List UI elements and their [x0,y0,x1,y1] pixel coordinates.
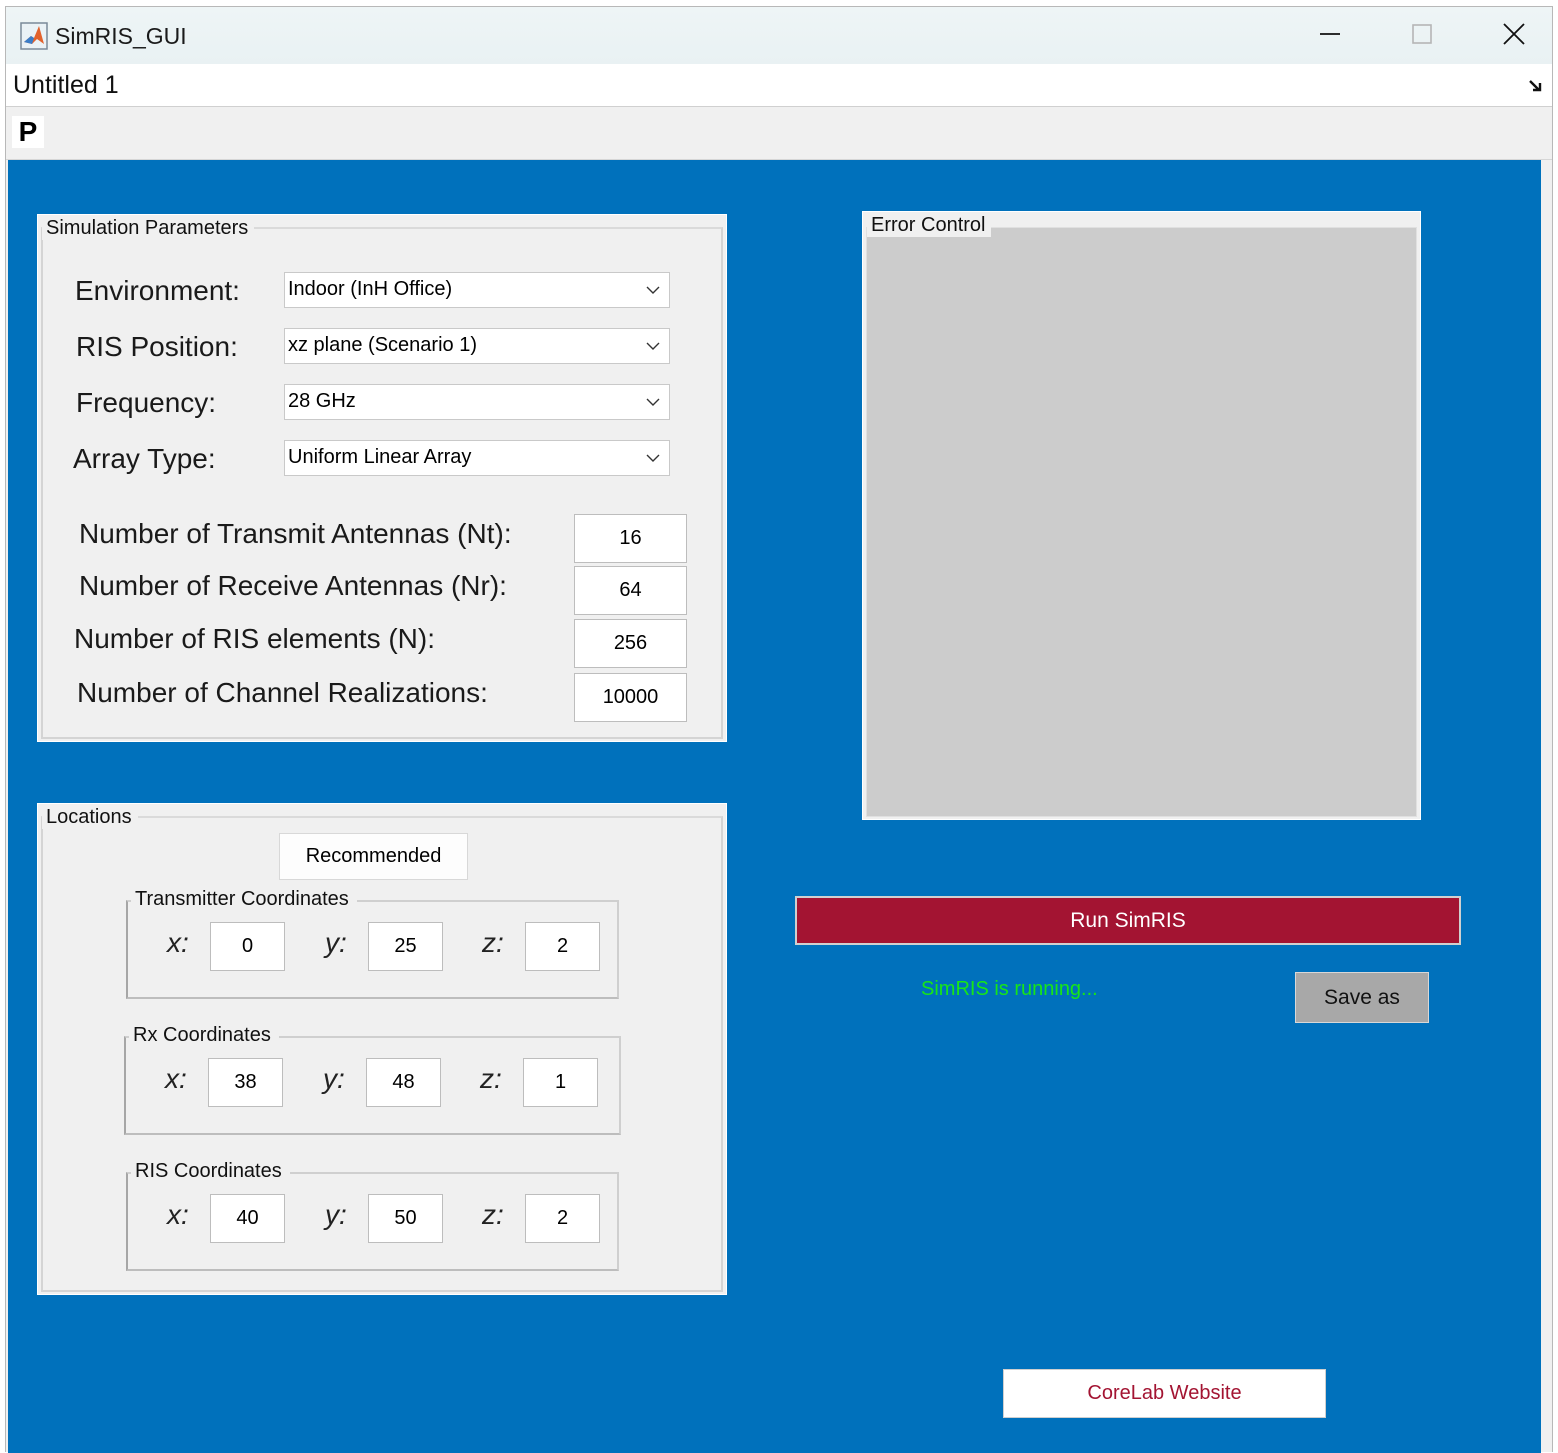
minimize-icon [1319,23,1341,50]
z-axis-label: z: [480,1063,502,1094]
document-title: Untitled 1 [13,71,119,99]
y-axis-label: y: [325,1199,347,1230]
frequency-dropdown[interactable]: 28 GHz [284,384,670,420]
nr-input[interactable]: 64 [574,566,687,615]
ris-position-dropdown[interactable]: xz plane (Scenario 1) [284,328,670,364]
channel-realizations-label: Number of Channel Realizations: [77,677,488,708]
x-axis-label: x: [167,927,189,958]
save-as-button[interactable]: Save as [1295,972,1429,1023]
maximize-button[interactable] [1392,15,1452,57]
error-control-title: Error Control [867,214,992,237]
transmitter-coordinates-title: Transmitter Coordinates [131,888,357,911]
toolbar-p-button[interactable]: P [12,116,44,148]
tx-y-input[interactable]: 25 [368,922,443,971]
ris-x-input[interactable]: 40 [210,1194,285,1243]
ris-coordinates-title: RIS Coordinates [131,1160,290,1183]
x-axis-label: x: [165,1063,187,1094]
array-type-value: Uniform Linear Array [288,446,472,468]
array-type-dropdown[interactable]: Uniform Linear Array [284,440,670,476]
error-control-area [866,227,1417,817]
tx-x-input[interactable]: 0 [210,922,285,971]
array-type-label: Array Type: [73,443,216,474]
ris-position-label: RIS Position: [76,331,238,362]
maximize-icon [1411,23,1433,50]
rx-z-input[interactable]: 1 [523,1058,598,1107]
rx-y-input[interactable]: 48 [366,1058,441,1107]
document-bar: Untitled 1 [6,64,1552,107]
x-axis-label: x: [167,1199,189,1230]
ris-position-value: xz plane (Scenario 1) [288,334,477,356]
environment-dropdown[interactable]: Indoor (InH Office) [284,272,670,308]
chevron-down-icon [645,449,661,472]
chevron-down-icon [645,393,661,416]
nt-label: Number of Transmit Antennas (Nt): [79,518,512,549]
frequency-value: 28 GHz [288,390,356,412]
close-icon [1502,22,1526,51]
close-button[interactable] [1484,15,1544,57]
nr-label: Number of Receive Antennas (Nr): [79,570,507,601]
environment-value: Indoor (InH Office) [288,278,453,300]
rx-coordinates-title: Rx Coordinates [129,1024,279,1047]
window-title: SimRIS_GUI [55,23,187,49]
app-window: SimRIS_GUI Untitled 1 P Simulation Param… [5,6,1553,1453]
error-control-panel: Error Control [862,211,1421,820]
figure-canvas: Simulation Parameters Environment: Indoo… [8,160,1541,1453]
environment-label: Environment: [75,275,240,306]
frequency-label: Frequency: [76,387,217,418]
tx-z-input[interactable]: 2 [525,922,600,971]
panel-title: Simulation Parameters [42,217,255,240]
chevron-down-icon [645,281,661,304]
ris-z-input[interactable]: 2 [525,1194,600,1243]
ris-elements-input[interactable]: 256 [574,619,687,668]
locations-panel: Locations Recommended Transmitter Coordi… [37,803,727,1295]
matlab-logo-icon [20,22,48,50]
ris-y-input[interactable]: 50 [368,1194,443,1243]
status-text: SimRIS is running... [921,978,1098,1000]
title-bar: SimRIS_GUI [6,7,1552,64]
toolbar: P [6,107,1552,160]
corelab-website-button[interactable]: CoreLab Website [1003,1369,1326,1418]
y-axis-label: y: [323,1063,345,1094]
simulation-parameters-panel: Simulation Parameters Environment: Indoo… [37,214,727,742]
ris-elements-label: Number of RIS elements (N): [74,623,435,654]
channel-realizations-input[interactable]: 10000 [574,673,687,722]
z-axis-label: z: [482,927,504,958]
z-axis-label: z: [482,1199,504,1230]
nt-input[interactable]: 16 [574,514,687,563]
chevron-down-icon [645,337,661,360]
panel-title: Locations [42,806,138,829]
recommended-button[interactable]: Recommended [279,833,468,880]
minimize-button[interactable] [1300,15,1360,57]
rx-x-input[interactable]: 38 [208,1058,283,1107]
undock-arrow-icon[interactable] [1528,78,1544,99]
run-simris-button[interactable]: Run SimRIS [795,896,1461,945]
toolbar-p-label: P [18,116,38,147]
y-axis-label: y: [325,927,347,958]
